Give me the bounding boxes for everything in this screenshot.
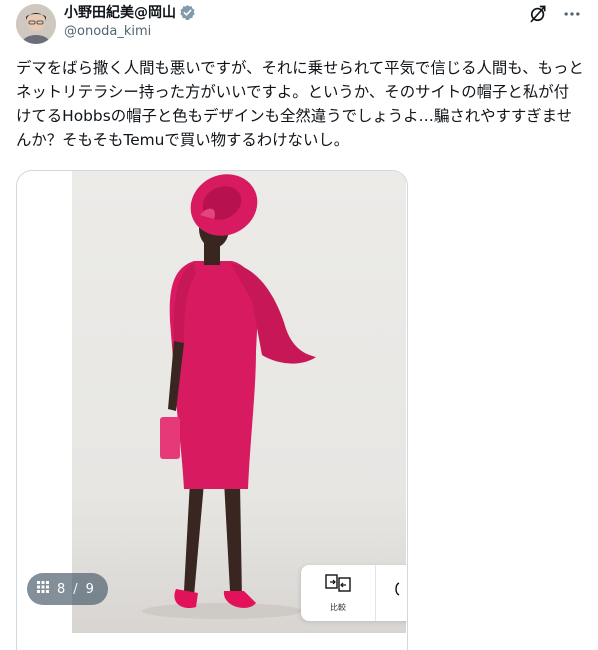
compare-card: 比較 bbox=[301, 565, 407, 621]
media-container[interactable]: 8 / 9 比較 bbox=[16, 170, 408, 650]
compare-label: 比較 bbox=[330, 602, 346, 612]
image-counter[interactable]: 8 / 9 bbox=[27, 573, 108, 605]
counter-current: 8 bbox=[57, 581, 66, 597]
product-photo[interactable] bbox=[72, 171, 406, 633]
next-option-icon[interactable] bbox=[385, 579, 405, 599]
author-name-row: 小野田紀美@岡山 bbox=[64, 2, 518, 22]
more-options-icon[interactable] bbox=[562, 4, 582, 24]
author-display-name[interactable]: 小野田紀美@岡山 bbox=[64, 2, 176, 22]
tweet-text: デマをばら撒く人間も悪いですが、それに乗せられて平気で信じる人間も、もっとネット… bbox=[16, 59, 584, 149]
verified-badge-icon[interactable] bbox=[179, 4, 196, 21]
compare-button[interactable]: 比較 bbox=[301, 565, 376, 621]
grok-icon[interactable] bbox=[528, 4, 548, 24]
tweet: 小野田紀美@岡山 @onoda_kimi デマをばら撒く人間も悪いですが、それに… bbox=[0, 0, 598, 650]
compare-icon bbox=[325, 573, 351, 596]
gallery-grid-icon bbox=[37, 581, 49, 597]
author-avatar[interactable] bbox=[16, 4, 56, 44]
counter-total: 9 bbox=[85, 581, 94, 597]
author-handle[interactable]: @onoda_kimi bbox=[64, 24, 518, 39]
author-block: 小野田紀美@岡山 @onoda_kimi bbox=[64, 2, 518, 39]
tweet-top-actions bbox=[528, 4, 582, 24]
counter-separator: / bbox=[73, 581, 78, 597]
